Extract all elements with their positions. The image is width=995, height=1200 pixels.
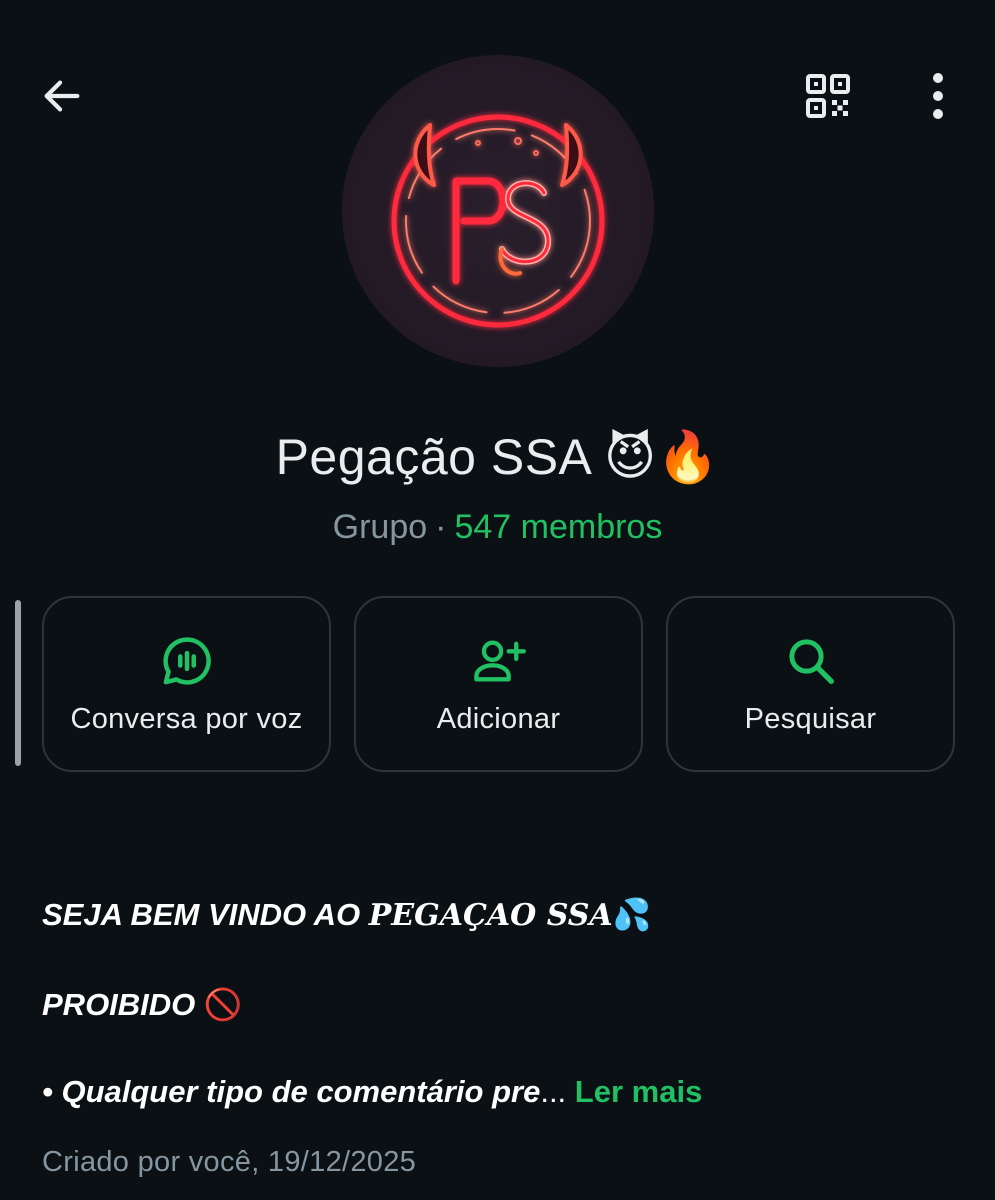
qr-code-icon [806, 74, 850, 118]
description-line-2: PROIBIDO 🚫 [42, 986, 962, 1023]
search-label: Pesquisar [744, 702, 877, 735]
group-meta: Grupo · 547 membros [0, 508, 995, 547]
description-line-3: • Qualquer tipo de comentário pre... Ler… [42, 1074, 962, 1110]
ellipsis: ... [540, 1074, 567, 1109]
group-type-label: Grupo [332, 508, 428, 546]
group-info-screen: Pegação SSA 😈🔥 Grupo · 547 membros Convers… [0, 0, 995, 1200]
arrow-left-icon [44, 80, 80, 112]
search-icon [783, 633, 839, 689]
add-member-label: Adicionar [436, 702, 561, 735]
description-line-1: SEJA BEM VINDO AO PEGAÇAO SSA💦 [42, 896, 962, 933]
back-button[interactable] [34, 68, 90, 124]
rule-text: • Qualquer tipo de comentário pre [42, 1074, 541, 1109]
group-name-emoji: 😈🔥 [604, 429, 720, 485]
prohibited-emoji: 🚫 [203, 987, 243, 1022]
devil-ps-logo [391, 114, 605, 328]
read-more-link[interactable]: Ler mais [575, 1074, 703, 1109]
scroll-indicator [15, 600, 21, 766]
welcome-group-name: PEGAÇAO SSA [368, 898, 613, 933]
group-avatar[interactable] [342, 55, 654, 367]
meta-separator: · [435, 508, 447, 546]
members-count-link[interactable]: 547 membros [454, 508, 662, 546]
welcome-text: SEJA BEM VINDO AO [42, 897, 369, 932]
droplets-emoji: 💦 [612, 897, 652, 932]
qr-code-button[interactable] [800, 68, 856, 124]
more-options-button[interactable] [910, 68, 966, 124]
action-buttons-row: Conversa por voz Adicionar Pesquisar [42, 596, 955, 772]
group-name[interactable]: Pegação SSA 😈🔥 [0, 428, 995, 487]
add-member-button[interactable]: Adicionar [354, 596, 643, 772]
created-info: Criado por você, 19/12/2025 [42, 1146, 417, 1178]
search-button[interactable]: Pesquisar [666, 596, 955, 772]
voice-chat-label: Conversa por voz [70, 702, 303, 735]
group-name-text: Pegação SSA [275, 429, 590, 485]
prohibited-text: PROIBIDO [42, 987, 204, 1022]
add-person-icon [471, 633, 527, 689]
voice-chat-button[interactable]: Conversa por voz [42, 596, 331, 772]
voice-chat-icon [159, 633, 215, 689]
more-vertical-icon [933, 73, 943, 119]
